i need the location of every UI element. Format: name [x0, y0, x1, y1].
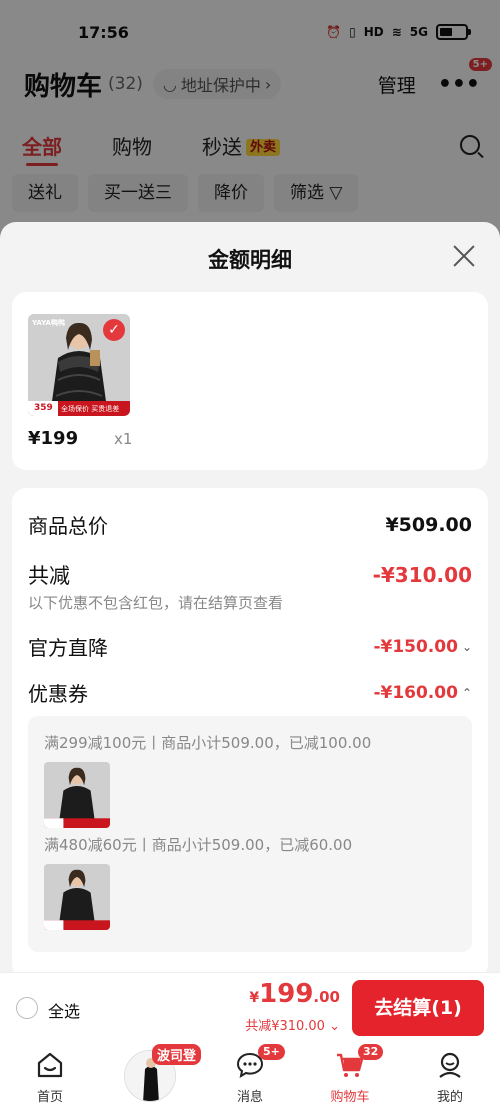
coupon-2-product-image [44, 864, 110, 930]
product-card: YAYA鸭鸭 359 全场保价 买贵退差 ✓ ¥199 x1 [12, 292, 488, 470]
tabbar-label-messages: 消息 [236, 1090, 263, 1105]
bottom-tab-bar: 首页 波司登 5+ 消息 32 购物车 我的 [0, 1042, 500, 1111]
chevron-down-icon: ⌄ [329, 1019, 340, 1034]
price-integer: 199 [259, 979, 314, 1009]
home-icon [37, 1052, 63, 1078]
coupon-value: -¥160.00 [373, 682, 458, 703]
checkout-discount-text: 共减¥310.00 [245, 1019, 325, 1034]
chevron-down-icon: ⌄ [461, 639, 472, 654]
discount-note: 以下优惠不包含红包，请在结算页查看 [28, 594, 284, 612]
total-label: 商品总价 [28, 514, 108, 538]
cart-badge: 32 [358, 1044, 384, 1060]
chevron-up-icon: ⌃ [461, 685, 472, 700]
checkout-button[interactable]: 去结算(1) [352, 980, 484, 1036]
direct-discount-label: 官方直降 [28, 636, 108, 660]
coupon-label: 优惠券 [28, 682, 88, 706]
tabbar-item-messages[interactable]: 5+ 消息 [200, 1042, 300, 1111]
select-all-checkbox[interactable] [16, 997, 38, 1019]
total-value: ¥509.00 [385, 513, 472, 536]
tabbar-label-cart: 购物车 [330, 1090, 370, 1105]
coupon-line-2: 满480减60元丨商品小计509.00，已减60.00 [44, 836, 353, 854]
checkout-total-price: ¥199.00 [249, 979, 340, 1009]
tabbar-item-brand-promo[interactable]: 波司登 [100, 1042, 202, 1111]
total-row: 商品总价 ¥509.00 [28, 510, 472, 539]
tabbar-item-cart[interactable]: 32 购物车 [300, 1042, 400, 1111]
product-thumb-price: 359 [34, 403, 53, 413]
select-all-label[interactable]: 全选 [48, 998, 80, 1022]
checkmark-icon: ✓ [103, 319, 125, 341]
coupon-1-product-image [44, 762, 110, 828]
direct-discount-value: -¥150.00 [373, 636, 458, 657]
product-quantity: x1 [114, 430, 133, 448]
checkout-bar: 全选 ¥199.00 共减¥310.00 ⌄ 去结算(1) [0, 972, 500, 1042]
tabbar-label-profile: 我的 [436, 1090, 463, 1105]
coupon-2-product-thumbnail [44, 864, 110, 930]
product-thumb-banner: 全场保价 买贵退差 [61, 405, 120, 413]
coupon-1-product-thumbnail [44, 762, 110, 828]
product-price: ¥199 [28, 428, 79, 449]
currency-symbol: ¥ [249, 990, 260, 1006]
coupon-detail-box: 满299减100元丨商品小计509.00，已减100.00 满480减60元丨商… [28, 716, 472, 952]
tabbar-label-home: 首页 [36, 1090, 63, 1105]
discount-row: 共减 -¥310.00 [28, 560, 472, 590]
brand-promo-tag: 波司登 [152, 1044, 202, 1065]
price-decimal: .00 [313, 988, 340, 1006]
tabbar-item-profile[interactable]: 我的 [400, 1042, 500, 1111]
discount-label: 共减 [28, 564, 70, 588]
product-thumbnail[interactable]: YAYA鸭鸭 359 全场保价 买贵退差 ✓ [28, 314, 130, 416]
sheet-title: 金额明细 [208, 248, 292, 272]
direct-discount-row[interactable]: 官方直降 -¥150.00 ⌄ [28, 632, 472, 661]
coupon-row[interactable]: 优惠券 -¥160.00 ⌃ [28, 678, 472, 707]
coupon-line-1: 满299减100元丨商品小计509.00，已减100.00 [44, 734, 372, 752]
discount-value: -¥310.00 [372, 563, 472, 587]
close-icon[interactable] [452, 244, 476, 268]
profile-icon [439, 1052, 461, 1078]
checkout-discount[interactable]: 共减¥310.00 ⌄ [245, 1015, 340, 1034]
tabbar-item-home[interactable]: 首页 [0, 1042, 100, 1111]
price-summary-card: 商品总价 ¥509.00 共减 -¥310.00 以下优惠不包含红包，请在结算页… [12, 488, 488, 978]
messages-badge: 5+ [258, 1044, 285, 1060]
product-brand-logo: YAYA鸭鸭 [32, 319, 65, 327]
